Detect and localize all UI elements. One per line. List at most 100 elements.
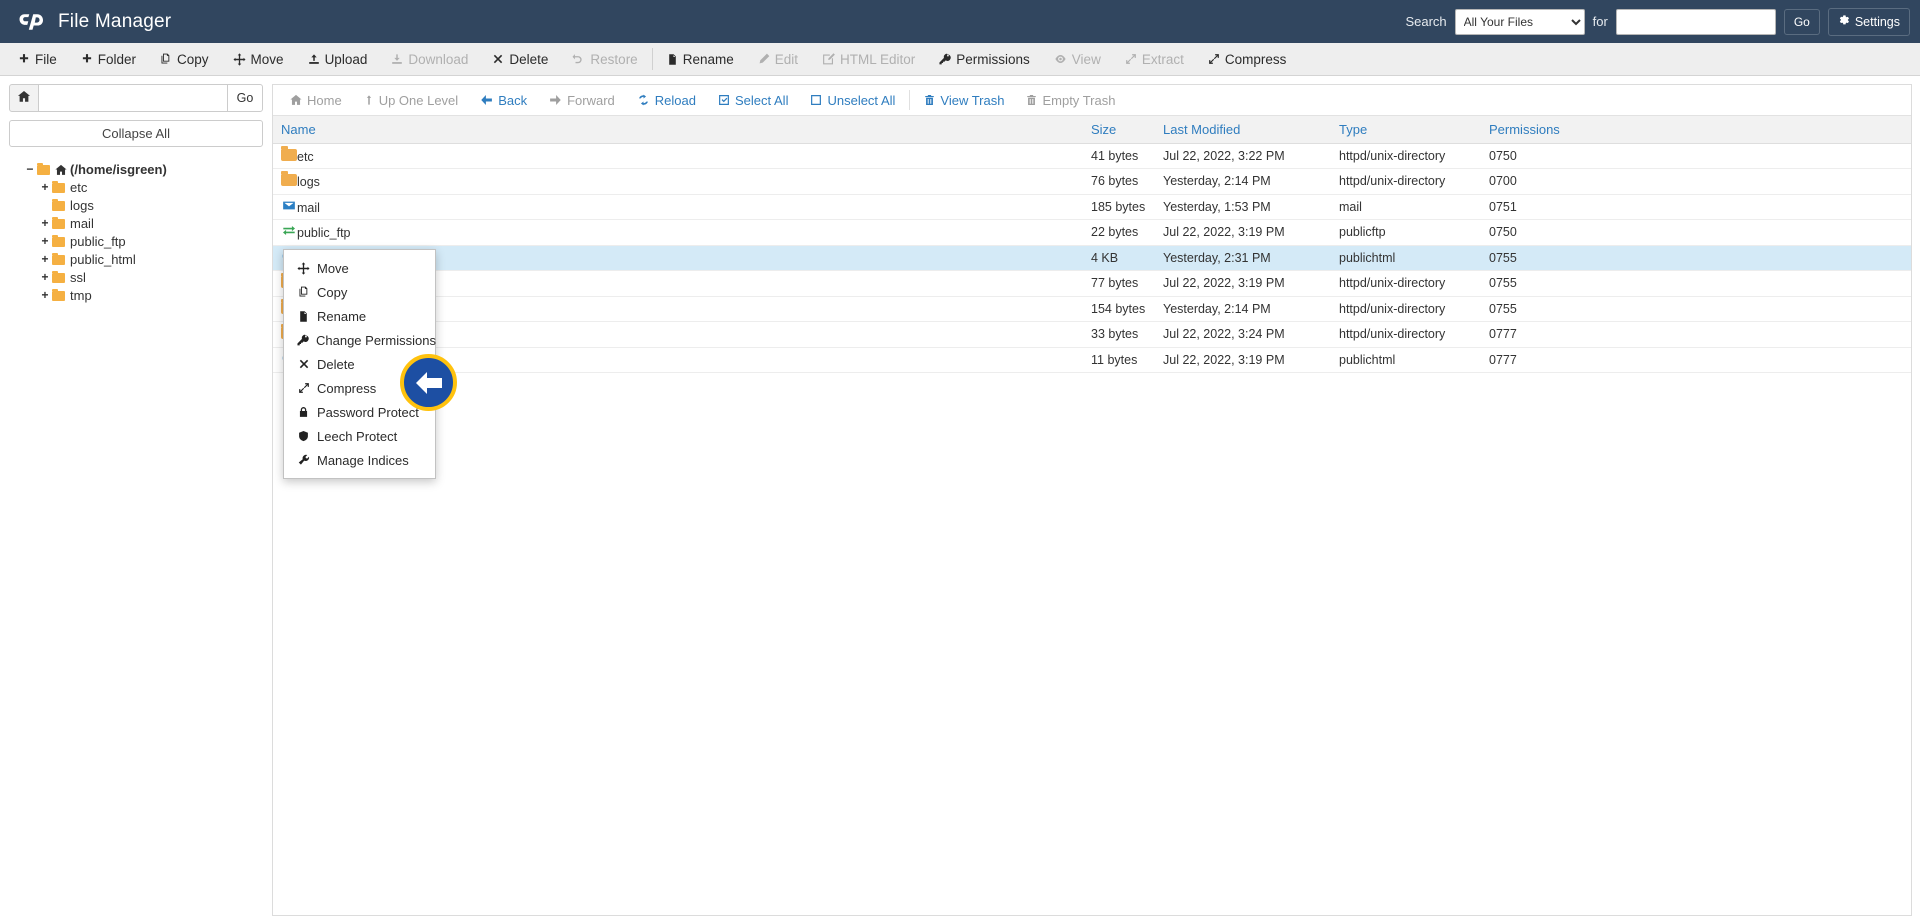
folder-icon <box>52 234 67 247</box>
collapse-all-button[interactable]: Collapse All <box>9 120 263 147</box>
context-menu-change-permissions[interactable]: Change Permissions <box>284 328 436 352</box>
table-row[interactable]: logs 76 bytes Yesterday, 2:14 PM httpd/unix… <box>273 168 1911 195</box>
cell-size: 11 bytes <box>1083 347 1155 373</box>
tree-toggle-icon[interactable]: + <box>38 215 52 233</box>
checkbox-checked-icon <box>718 94 730 106</box>
path-bar: Go <box>9 84 263 112</box>
cell-size: 22 bytes <box>1083 219 1155 246</box>
nav-view-trash-button[interactable]: View Trash <box>913 85 1015 116</box>
tree-item-tmp[interactable]: + tmp <box>9 287 263 305</box>
tree-toggle-icon[interactable]: + <box>38 287 52 305</box>
tree-item-logs[interactable]: logs <box>9 197 263 215</box>
main-toolbar: File Folder Copy Move Upload Download Delete Re… <box>0 43 1920 76</box>
settings-button[interactable]: Settings <box>1827 7 1910 36</box>
table-row[interactable]: public_ftp 22 bytes Jul 22, 2022, 3:19 PM p… <box>273 219 1911 246</box>
folder-icon <box>281 145 297 161</box>
tree-item-public_ftp[interactable]: + public_ftp <box>9 233 263 251</box>
cell-size: 4 KB <box>1083 245 1155 271</box>
cell-size: 33 bytes <box>1083 321 1155 348</box>
trash-icon <box>924 94 935 106</box>
nav-select-all-button[interactable]: Select All <box>707 85 799 116</box>
tree-toggle-icon[interactable]: − <box>23 161 37 179</box>
path-input[interactable] <box>39 84 227 112</box>
column-header-size[interactable]: Size <box>1083 116 1155 144</box>
toolbar-item-label: Copy <box>177 51 209 67</box>
column-header-lastmodified[interactable]: Last Modified <box>1155 116 1331 144</box>
context-menu-leech-protect[interactable]: Leech Protect <box>284 424 435 448</box>
toolbar-download-button: Download <box>379 43 480 76</box>
path-go-button[interactable]: Go <box>227 84 263 112</box>
x-icon <box>297 358 310 370</box>
nav-reload-button[interactable]: Reload <box>626 85 707 116</box>
cell-size: 41 bytes <box>1083 143 1155 169</box>
mail-icon <box>281 199 297 212</box>
cell-type: mail <box>1331 194 1481 220</box>
nav-up-one-level-button: Up One Level <box>353 85 470 116</box>
context-menu-copy[interactable]: Copy <box>284 280 435 304</box>
tree-item-public_html[interactable]: + public_html <box>9 251 263 269</box>
table-row[interactable]: 33 bytes Jul 22, 2022, 3:24 PM httpd/unix-… <box>273 321 1911 348</box>
column-header-type[interactable]: Type <box>1331 116 1481 144</box>
table-row[interactable]: etc 41 bytes Jul 22, 2022, 3:22 PM httpd/un… <box>273 143 1911 169</box>
tree-toggle-icon[interactable]: + <box>38 179 52 197</box>
tree-toggle-icon[interactable]: + <box>38 269 52 287</box>
plus-icon <box>81 53 93 65</box>
copy-icon <box>297 286 310 298</box>
search-input[interactable] <box>1615 8 1776 35</box>
tree-toggle-icon[interactable]: + <box>38 233 52 251</box>
cell-name: mail <box>273 194 1083 220</box>
toolbar-item-label: Delete <box>509 51 549 67</box>
nav-item-label: Back <box>498 92 528 108</box>
tree-item-mail[interactable]: + mail <box>9 215 263 233</box>
context-menu-rename[interactable]: Rename <box>284 304 435 328</box>
nav-forward-button: Forward <box>538 85 626 116</box>
cell-permissions: 0700 <box>1481 168 1911 195</box>
file-name-label: logs <box>297 175 320 190</box>
toolbar-compress-button[interactable]: Compress <box>1196 43 1299 76</box>
toolbar-upload-button[interactable]: Upload <box>296 43 380 76</box>
sidebar-home-button[interactable] <box>9 84 39 112</box>
table-row[interactable]: mail 185 bytes Yesterday, 1:53 PM mail 0751 <box>273 194 1911 220</box>
search-go-button[interactable]: Go <box>1783 8 1820 35</box>
table-row[interactable]: ssl77 bytesJul 22, 2022, 3:19 PMhttpd/un… <box>273 270 1911 297</box>
context-menu-move[interactable]: Move <box>284 256 435 280</box>
toolbar-file-button[interactable]: File <box>6 43 69 76</box>
search-scope-select[interactable]: All Your Files <box>1454 8 1585 35</box>
nav-item-label: Up One Level <box>378 92 459 108</box>
cell-size: 154 bytes <box>1083 296 1155 322</box>
context-menu-item-label: Leech Protect <box>317 428 398 444</box>
toolbar-delete-button[interactable]: Delete <box>480 43 560 76</box>
cell-name: public_ftp <box>273 219 1083 246</box>
toolbar-move-button[interactable]: Move <box>221 43 296 76</box>
tree-item-etc[interactable]: + etc <box>9 179 263 197</box>
toolbar-copy-button[interactable]: Copy <box>148 43 221 76</box>
cell-permissions: 0750 <box>1481 143 1911 169</box>
column-header-permissions[interactable]: Permissions <box>1481 116 1911 144</box>
context-menu-item-label: Move <box>317 260 349 276</box>
nav-separator <box>909 90 911 110</box>
table-row[interactable]: 11 bytes Jul 22, 2022, 3:19 PM publichtml 0… <box>273 347 1911 373</box>
ftp-icon <box>281 224 297 237</box>
context-menu-manage-indices[interactable]: Manage Indices <box>284 448 435 472</box>
nav-unselect-all-button[interactable]: Unselect All <box>799 85 906 116</box>
toolbar-rename-button[interactable]: Rename <box>655 43 746 76</box>
column-header-name[interactable]: Name <box>273 116 1083 144</box>
toolbar-item-label: Folder <box>97 51 137 67</box>
pencil-icon <box>758 53 770 65</box>
tree-item-homeisgreen[interactable]: − (/home/isgreen) <box>9 161 263 179</box>
tree-item-label: ssl <box>70 270 86 285</box>
table-row[interactable]: tmp154 bytesYesterday, 2:14 PMhttpd/unix… <box>273 296 1911 322</box>
context-menu-item-label: Password Protect <box>317 404 419 420</box>
nav-back-button[interactable]: Back <box>469 85 538 116</box>
toolbar-folder-button[interactable]: Folder <box>69 43 148 76</box>
tree-toggle-icon[interactable]: + <box>38 251 52 269</box>
folder-icon <box>281 171 297 187</box>
tree-item-label: mail <box>70 216 94 231</box>
search-for-label: for <box>1592 14 1608 29</box>
tree-item-label: public_ftp <box>70 234 126 249</box>
toolbar-permissions-button[interactable]: Permissions <box>927 43 1042 76</box>
cell-permissions: 0751 <box>1481 194 1911 220</box>
header-search-area: Search All Your Files for Go Settings <box>1405 0 1910 43</box>
tree-item-ssl[interactable]: + ssl <box>9 269 263 287</box>
table-row[interactable]: public_html4 KBYesterday, 2:31 PMpublich… <box>273 245 1911 271</box>
